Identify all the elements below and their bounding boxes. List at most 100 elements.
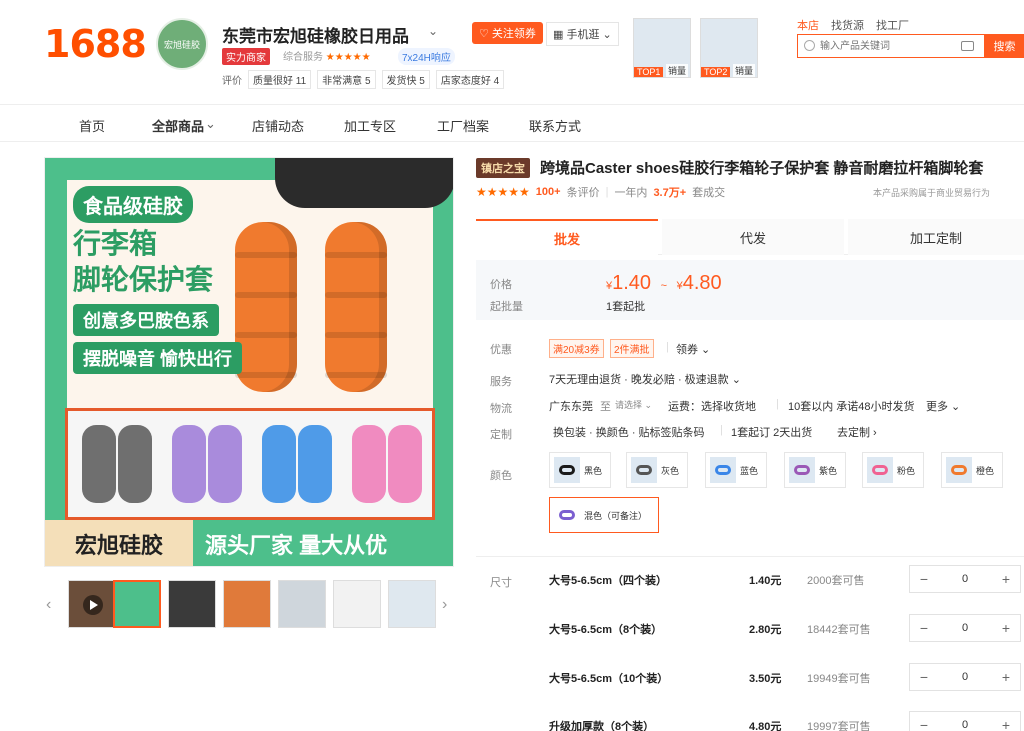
nav-all-products[interactable]: 全部商品 (152, 116, 204, 135)
coupon-tag[interactable]: 满20减3券 (549, 339, 604, 358)
minus-button[interactable]: − (910, 571, 938, 587)
color-name: 黑色 (584, 465, 603, 476)
video-thumbnail[interactable] (68, 580, 116, 628)
sku-name: 大号5-6.5cm（四个装） (549, 575, 667, 587)
top-rank-label: 销量 (733, 64, 756, 77)
service-label: 服务 (490, 376, 512, 388)
review-tag[interactable]: 非常满意 5 (317, 70, 376, 89)
destination-select[interactable]: 请选择 ⌄ (615, 398, 652, 411)
minus-button[interactable]: − (910, 620, 938, 636)
review-count[interactable]: 100+ (536, 186, 561, 198)
thumbnail-strip: ‹ › (44, 580, 454, 632)
color-option-black[interactable]: 黑色 (549, 452, 611, 488)
tab-custom[interactable]: 加工定制 (848, 219, 1024, 255)
swatch-image (554, 502, 580, 528)
rating-summary: ★★★★★ 100+ 条评价 | 一年内 3.7万+ 套成交 (476, 185, 726, 199)
sku-price: 3.50元 (749, 673, 782, 685)
sku-row: 大号5-6.5cm（四个装） 1.40元 2000套可售 − 0 + (549, 565, 1024, 595)
tab-dropship[interactable]: 代发 (662, 219, 844, 255)
price-high: 4.80 (682, 272, 722, 294)
main-product-image[interactable]: 食品级硅胶 行李箱 脚轮保护套 创意多巴胺色系 摆脱噪音 愉快出行 宏旭硅胶 源… (44, 157, 454, 567)
top-product-thumb[interactable]: TOP2 销量 (700, 18, 758, 78)
ring-icon (794, 465, 810, 475)
sku-row: 大号5-6.5cm（10个装） 3.50元 19949套可售 − 0 + (549, 663, 1024, 693)
color-label: 颜色 (490, 470, 512, 482)
chevron-down-icon[interactable]: ⌄ (205, 116, 216, 132)
ring-icon (559, 465, 575, 475)
more-logistics[interactable]: 更多 ⌄ (926, 398, 960, 414)
thumbnail[interactable] (168, 580, 216, 628)
follow-shop-button[interactable]: ♡ 关注领券 (472, 22, 543, 44)
go-custom-link[interactable]: 去定制 › (837, 424, 877, 440)
chevron-right-icon[interactable]: › (442, 596, 447, 614)
strength-merchant-badge: 实力商家 (222, 48, 270, 65)
color-option-pink[interactable]: 粉色 (862, 452, 924, 488)
thumbnail[interactable] (113, 580, 161, 628)
top-rank-tag: TOP1 (634, 67, 664, 77)
color-option-purple[interactable]: 紫色 (784, 452, 846, 488)
plus-button[interactable]: + (992, 571, 1020, 587)
color-option-orange[interactable]: 橙色 (941, 452, 1003, 488)
review-tag[interactable]: 发货快 5 (381, 70, 430, 89)
mobile-view-button[interactable]: ▦ 手机逛 ⌄ (546, 22, 619, 46)
wheel-illustration (325, 222, 387, 392)
shop-avatar[interactable]: 宏旭硅胶 (156, 18, 208, 70)
quantity-input[interactable]: 0 (951, 719, 979, 731)
nav-home[interactable]: 首页 (79, 116, 105, 135)
ring-icon (636, 465, 652, 475)
coupon-tag[interactable]: 2件满批 (610, 339, 654, 358)
swatch-image (946, 457, 972, 483)
color-option-mixed[interactable]: 混色（可备注） (549, 497, 659, 533)
minus-button[interactable]: − (910, 717, 938, 731)
search-box (797, 34, 985, 58)
plus-button[interactable]: + (992, 620, 1020, 636)
quantity-input[interactable]: 0 (951, 671, 979, 683)
quantity-input[interactable]: 0 (951, 622, 979, 634)
site-logo[interactable]: 1688 (44, 22, 147, 66)
sku-stock: 2000套可售 (807, 575, 865, 587)
thumbnail[interactable] (278, 580, 326, 628)
get-coupon-link[interactable]: 领券 ⌄ (676, 341, 710, 357)
nav-processing[interactable]: 加工专区 (344, 116, 396, 135)
ring-icon (715, 465, 731, 475)
thumbnail[interactable] (333, 580, 381, 628)
shop-nav: 首页 全部商品 ⌄ 店铺动态 加工专区 工厂档案 联系方式 (0, 104, 1024, 142)
quantity-stepper: − 0 + (909, 663, 1021, 691)
service-value[interactable]: 7天无理由退货 · 晚发必赔 · 极速退款 ⌄ (549, 371, 741, 387)
service-text: 7天无理由退货 · 晚发必赔 · 极速退款 (549, 374, 729, 386)
nav-contact[interactable]: 联系方式 (529, 116, 581, 135)
scope-tab-shop[interactable]: 本店 (797, 17, 819, 33)
shop-name[interactable]: 东莞市宏旭硅橡胶日用品 (222, 22, 409, 47)
top-product-thumb[interactable]: TOP1 销量 (633, 18, 691, 78)
color-option-gray[interactable]: 灰色 (626, 452, 688, 488)
ratings-label: 评价 (222, 76, 242, 87)
tab-wholesale[interactable]: 批发 (476, 219, 658, 255)
chevron-down-icon[interactable]: ⌄ (428, 24, 438, 38)
sku-name: 升级加厚款（8个装） (549, 721, 655, 731)
swatch-image (867, 457, 893, 483)
review-tag[interactable]: 质量很好 11 (248, 70, 312, 89)
search-button[interactable]: 搜索 (985, 34, 1024, 58)
color-option-blue[interactable]: 蓝色 (705, 452, 767, 488)
review-tag[interactable]: 店家态度好 4 (435, 70, 505, 89)
go-custom-label: 去定制 (837, 427, 870, 439)
sku-name: 大号5-6.5cm（10个装） (549, 673, 669, 685)
quantity-input[interactable]: 0 (951, 573, 979, 585)
chevron-left-icon[interactable]: ‹ (46, 596, 51, 614)
shop-header: 1688 宏旭硅胶 东莞市宏旭硅橡胶日用品 ⌄ 实力商家 综合服务 ★★★★★ … (0, 0, 1024, 104)
nav-shop-news[interactable]: 店铺动态 (252, 116, 304, 135)
sku-price: 2.80元 (749, 624, 782, 636)
scope-tab-source[interactable]: 找货源 (831, 17, 864, 33)
product-title: 跨境品Caster shoes硅胶行李箱轮子保护套 静音耐磨拉杆箱脚轮套 (540, 160, 984, 177)
thumbnail[interactable] (388, 580, 436, 628)
plus-button[interactable]: + (992, 717, 1020, 731)
plus-button[interactable]: + (992, 669, 1020, 685)
color-name: 混色（可备注） (584, 510, 648, 521)
search-input[interactable] (798, 35, 938, 57)
search-scope-tabs: 本店 找货源 找工厂 (797, 17, 909, 33)
camera-icon[interactable] (961, 41, 974, 51)
minus-button[interactable]: − (910, 669, 938, 685)
scope-tab-factory[interactable]: 找工厂 (876, 17, 909, 33)
nav-factory-profile[interactable]: 工厂档案 (437, 116, 489, 135)
thumbnail[interactable] (223, 580, 271, 628)
